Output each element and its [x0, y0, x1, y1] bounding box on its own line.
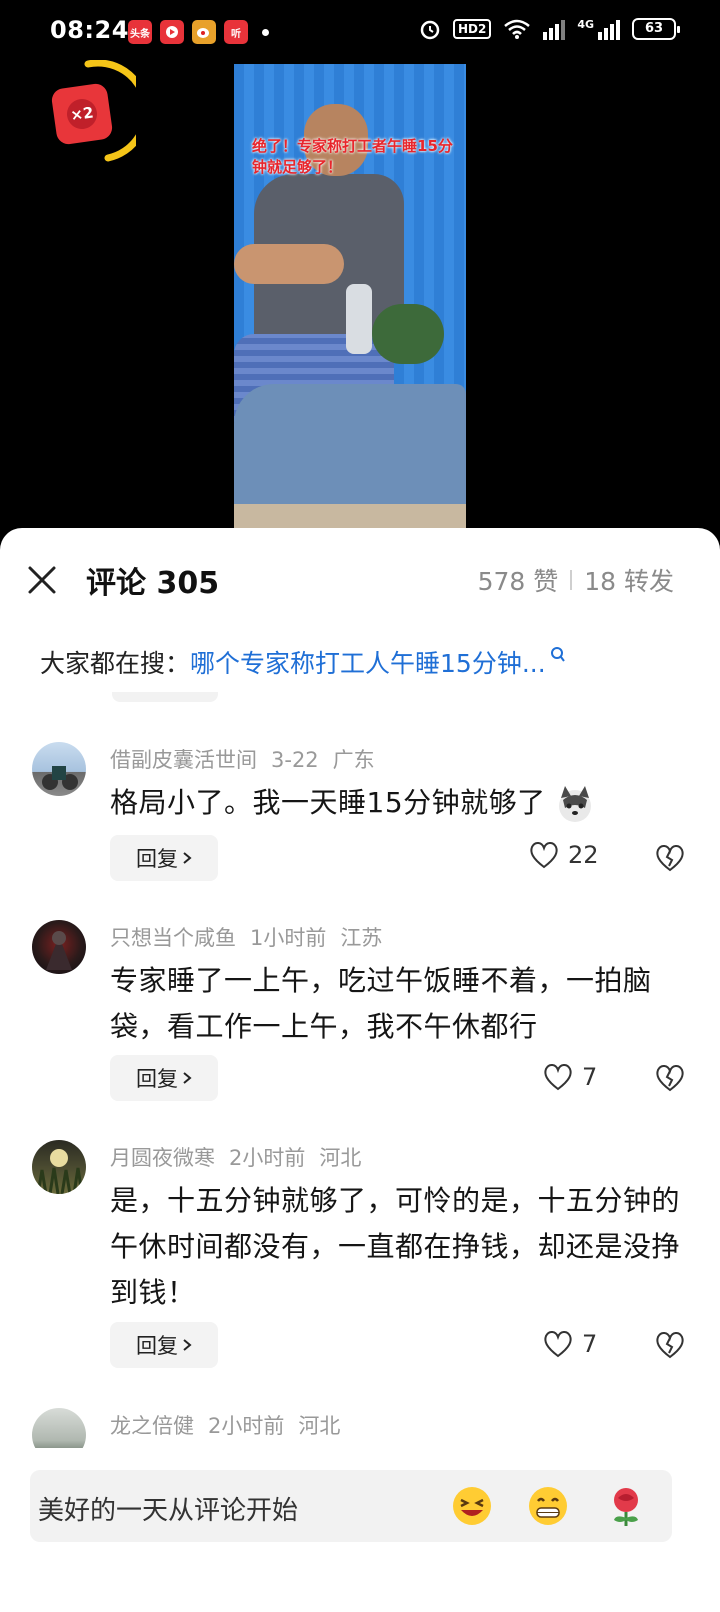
like-count[interactable]: 578 赞 [478, 562, 559, 598]
comment-item: 龙之倍健 2小时前 河北 [0, 1408, 720, 1448]
comment-location: 广东 [332, 748, 375, 772]
avatar[interactable] [32, 742, 86, 796]
video-figure-legs [234, 384, 466, 514]
comment-item: 只想当个咸鱼 1小时前 江苏 专家睡了一上午，吃过午饭睡不着，一拍脑袋，看工作一上午… [0, 920, 720, 1110]
heart-icon [530, 842, 558, 869]
reply-label: 回复 [136, 847, 178, 871]
avatar[interactable] [32, 1140, 86, 1194]
comment-panel: 评论 305 578 赞 18 转发 大家都在搜：哪个专家称打工人午睡15分钟.… [0, 528, 720, 1612]
like-button[interactable]: 22 [528, 840, 599, 870]
video-app-icon [160, 20, 184, 44]
like-count: 7 [582, 1063, 598, 1091]
video-face-cover [372, 304, 444, 364]
hd-voice-badge: HD2 [452, 19, 492, 39]
comment-location: 江苏 [340, 926, 383, 950]
search-icon[interactable] [550, 646, 566, 664]
grinning-teeth-emoji[interactable] [526, 1484, 570, 1528]
reply-button[interactable]: 回复 [110, 1322, 218, 1368]
comment-username[interactable]: 只想当个咸鱼 [110, 926, 236, 950]
comment-item: 借副皮囊活世间 3-22 广东 格局小了。我一天睡15分钟就够了 回复 22 [0, 742, 720, 892]
broken-heart-icon[interactable] [654, 1062, 686, 1094]
comment-meta: 只想当个咸鱼 1小时前 江苏 [110, 922, 396, 952]
comment-location: 河北 [319, 1146, 362, 1170]
comment-date: 2小时前 [229, 1146, 306, 1170]
comment-item: 月圆夜微寒 2小时前 河北 是，十五分钟就够了，可怜的是，十五分钟的午休时间都没有，… [0, 1140, 720, 1380]
video-figure-arm [234, 244, 344, 284]
like-count: 22 [568, 841, 599, 869]
avatar[interactable] [32, 920, 86, 974]
share-count[interactable]: 18 转发 [584, 562, 674, 598]
comment-panel-header: 评论 305 578 赞 18 转发 [0, 528, 720, 628]
wifi-icon [504, 19, 531, 39]
avatar[interactable] [32, 1408, 86, 1448]
more-notifications-dot [262, 28, 269, 36]
reply-button[interactable]: 回复 [110, 1055, 218, 1101]
signal-strength-4g-icon [598, 18, 620, 40]
comment-date: 1小时前 [250, 926, 327, 950]
trending-search: 大家都在搜：哪个专家称打工人午睡15分钟... [40, 644, 566, 680]
comment-username[interactable]: 龙之倍健 [110, 1414, 194, 1438]
listen-app-icon: 听 [224, 20, 248, 44]
collapsed-pill [112, 692, 218, 702]
trending-search-label: 大家都在搜： [40, 649, 191, 678]
comment-text: 格局小了。我一天睡15分钟就够了 [110, 786, 546, 819]
comment-text-row: 格局小了。我一天睡15分钟就够了 [110, 780, 680, 826]
video-bottle [346, 284, 372, 354]
reply-label: 回复 [136, 1334, 178, 1358]
chevron-right-icon [183, 1339, 192, 1351]
status-time: 08:24 [50, 16, 129, 44]
like-button[interactable]: 7 [542, 1062, 597, 1092]
comment-date: 3-22 [271, 748, 319, 772]
toutiao-app-icon: 头条 [128, 20, 152, 44]
broken-heart-icon[interactable] [654, 842, 686, 874]
husky-emoji-icon [559, 786, 592, 822]
comment-username[interactable]: 月圆夜微寒 [110, 1146, 215, 1170]
comment-location: 河北 [298, 1414, 341, 1438]
alarm-icon [420, 20, 440, 40]
reward-badge[interactable]: ×2 [48, 60, 136, 164]
stats-divider [570, 570, 573, 590]
status-bar: 08:24 头条 听 HD2 4G 63 [0, 0, 720, 64]
reply-label: 回复 [136, 1067, 178, 1091]
comment-text: 专家睡了一上午，吃过午饭睡不着，一拍脑袋，看工作一上午，我不午休都行 [110, 964, 652, 1043]
notification-app-icons: 头条 听 [128, 20, 269, 44]
system-icons: HD2 4G 63 [419, 18, 680, 40]
reward-multiplier: ×2 [65, 97, 99, 131]
comment-meta: 龙之倍健 2小时前 河北 [110, 1410, 354, 1440]
close-icon[interactable] [22, 560, 62, 600]
comment-count-title: 评论 305 [86, 566, 220, 601]
post-stats: 578 赞 18 转发 [478, 562, 674, 598]
video-caption: 绝了！专家称打工者午睡15分钟就足够了！ [252, 137, 453, 176]
broken-heart-icon[interactable] [654, 1329, 686, 1361]
chevron-right-icon [183, 852, 192, 864]
comment-text: 是，十五分钟就够了，可怜的是，十五分钟的午休时间都没有，一直都在挣钱，却还是没挣… [110, 1184, 681, 1309]
battery-indicator: 63 [632, 18, 680, 40]
like-count: 7 [582, 1330, 598, 1358]
chevron-right-icon [183, 1072, 192, 1084]
comment-input[interactable]: 美好的一天从评论开始 [30, 1470, 672, 1542]
comment-input-placeholder: 美好的一天从评论开始 [38, 1496, 299, 1526]
rose-emoji[interactable] [604, 1484, 648, 1528]
like-button[interactable]: 7 [542, 1329, 597, 1359]
trending-search-link[interactable]: 哪个专家称打工人午睡15分钟... [190, 649, 546, 678]
grinning-squint-emoji[interactable] [450, 1484, 494, 1528]
comment-username[interactable]: 借副皮囊活世间 [110, 748, 257, 772]
network-type-label: 4G [577, 18, 594, 31]
comment-meta: 借副皮囊活世间 3-22 广东 [110, 744, 389, 774]
red-envelope-icon: ×2 [50, 82, 114, 146]
signal-strength-icon [543, 18, 566, 40]
reply-button[interactable]: 回复 [110, 835, 218, 881]
heart-icon [544, 1331, 572, 1358]
heart-icon [544, 1064, 572, 1091]
comment-date: 2小时前 [208, 1414, 285, 1438]
weibo-app-icon [192, 20, 216, 44]
video-player[interactable]: 绝了！专家称打工者午睡15分钟就足够了！ [234, 64, 466, 532]
comment-meta: 月圆夜微寒 2小时前 河北 [110, 1142, 375, 1172]
